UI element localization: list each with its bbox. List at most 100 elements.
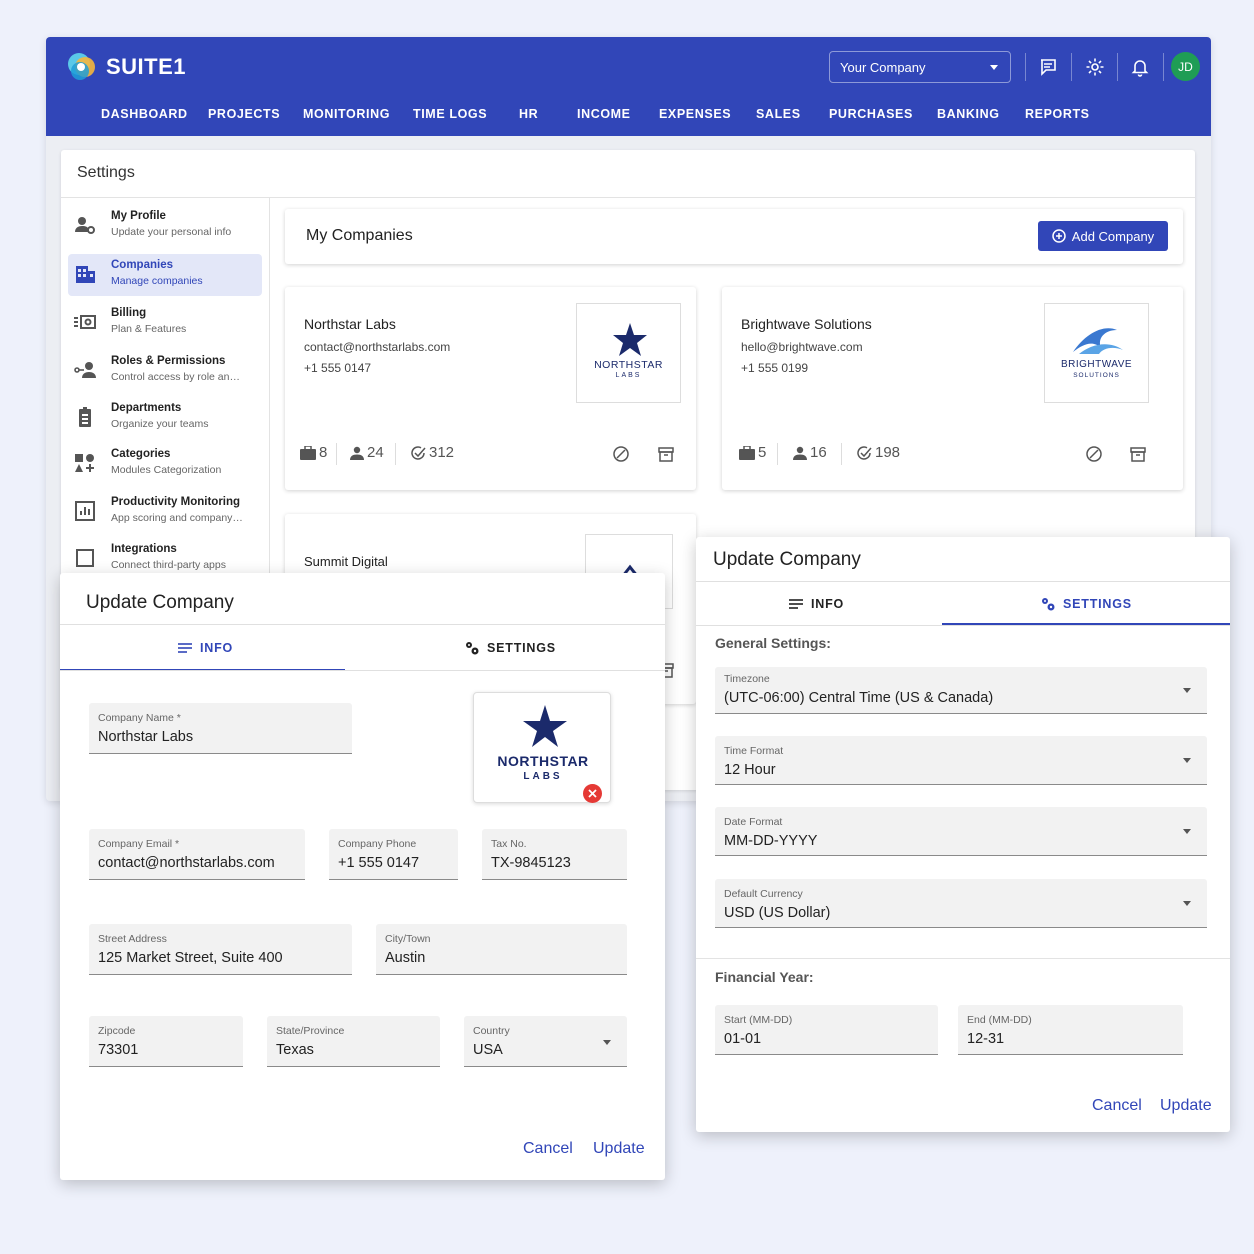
fy-start-field[interactable]: Start (MM-DD) 01-01 [715,1005,938,1055]
bell-icon[interactable] [1128,55,1152,79]
users-value: 16 [810,444,827,461]
wave-logo-icon [1073,328,1123,354]
tax-no-field[interactable]: Tax No. TX-9845123 [482,829,627,880]
remove-logo-icon[interactable] [583,784,602,803]
chevron-down-icon [1183,829,1191,834]
chevron-down-icon [603,1040,611,1045]
currency-select[interactable]: Default Currency USD (US Dollar) [715,879,1207,928]
sidebar-item-companies[interactable]: Companies Manage companies [68,254,262,296]
divider [336,443,337,465]
field-label: Street Address [98,933,167,945]
sidebar-item-title: Companies [111,259,173,271]
sidebar-item-roles[interactable]: Roles & Permissions Control access by ro… [68,350,262,392]
divider [696,625,1230,626]
field-value: contact@northstarlabs.com [98,855,275,871]
nav-expenses[interactable]: EXPENSES [659,107,731,121]
cancel-button[interactable]: Cancel [523,1140,573,1158]
toolbar-divider [1163,53,1164,81]
nav-purchases[interactable]: PURCHASES [829,107,913,121]
field-value: Austin [385,950,426,966]
users-count: 16 [793,444,827,461]
avatar[interactable]: JD [1171,52,1200,81]
sidebar-item-departments[interactable]: Departments Organize your teams [68,397,262,439]
company-select[interactable]: Your Company [829,51,1011,83]
nav-dashboard[interactable]: DASHBOARD [101,107,188,121]
app-name: SUITE1 [106,54,187,79]
tab-info[interactable]: INFO [178,641,233,655]
disable-icon[interactable] [612,445,630,463]
app-logo[interactable]: SUITE1 [64,49,186,85]
divider [696,581,1230,582]
field-label: Company Email * [98,838,180,850]
update-button[interactable]: Update [1160,1097,1212,1115]
company-phone-field[interactable]: Company Phone +1 555 0147 [329,829,458,880]
update-button[interactable]: Update [593,1140,645,1158]
nav-hr[interactable]: HR [519,107,538,121]
tab-settings[interactable]: SETTINGS [1041,597,1132,611]
sidebar-item-title: Roles & Permissions [111,355,226,367]
nav-reports[interactable]: REPORTS [1025,107,1090,121]
nav-banking[interactable]: BANKING [937,107,1000,121]
sidebar-item-title: Productivity Monitoring [111,496,241,508]
archive-icon[interactable] [1129,445,1147,463]
timezone-select[interactable]: Timezone (UTC-06:00) Central Time (US & … [715,667,1207,714]
company-logo-upload[interactable]: NORTHSTAR LABS [473,692,611,803]
city-field[interactable]: City/Town Austin [376,924,627,975]
chevron-down-icon [990,65,998,70]
street-address-field[interactable]: Street Address 125 Market Street, Suite … [89,924,352,975]
date-format-select[interactable]: Date Format MM-DD-YYYY [715,807,1207,856]
tasks-value: 312 [429,444,455,461]
cancel-button[interactable]: Cancel [1092,1097,1142,1115]
sidebar-item-subtitle: Organize your teams [111,418,209,430]
country-select[interactable]: Country USA [464,1016,627,1067]
company-email-field[interactable]: Company Email * contact@northstarlabs.co… [89,829,305,880]
chart-icon [75,501,95,521]
zipcode-field[interactable]: Zipcode 73301 [89,1016,243,1067]
company-card-brightwave[interactable]: Brightwave Solutions hello@brightwave.co… [722,287,1183,490]
sidebar-item-productivity[interactable]: Productivity Monitoring App scoring and … [68,491,262,533]
projects-count: 5 [739,444,766,461]
field-label: State/Province [276,1025,345,1037]
state-field[interactable]: State/Province Texas [267,1016,440,1067]
logo-text: NORTHSTAR [497,753,589,769]
chevron-down-icon [1183,758,1191,763]
tab-info-label: INFO [200,641,234,655]
field-value: 01-01 [724,1031,762,1047]
field-value: (UTC-06:00) Central Time (US & Canada) [724,690,994,706]
company-name-field[interactable]: Company Name * Northstar Labs [89,703,352,754]
tab-info[interactable]: INFO [789,597,844,611]
company-logo: BRIGHTWAVE SOLUTIONS [1044,303,1149,403]
add-company-button[interactable]: Add Company [1038,221,1168,251]
logo-mark-icon [68,53,95,80]
tab-settings[interactable]: SETTINGS [465,641,556,655]
sidebar-item-my-profile[interactable]: My Profile Update your personal info [68,205,262,247]
badge-icon [79,407,91,427]
add-circle-icon [1052,229,1066,243]
sidebar-item-title: Integrations [111,543,177,555]
divider [841,443,842,465]
divider [60,624,665,625]
nav-projects[interactable]: PROJECTS [208,107,280,121]
update-company-info-dialog: Update Company INFO SETTINGS Company Nam… [60,573,665,1180]
field-value: 125 Market Street, Suite 400 [98,950,283,966]
nav-sales[interactable]: SALES [756,107,801,121]
sidebar-item-billing[interactable]: Billing Plan & Features [68,302,262,344]
logo-subtext: LABS [523,771,563,782]
archive-icon[interactable] [657,445,675,463]
company-logo: NORTHSTAR LABS [576,303,681,403]
field-value: 12-31 [967,1031,1005,1047]
field-label: Country [473,1025,510,1037]
company-card-northstar[interactable]: Northstar Labs contact@northstarlabs.com… [285,287,696,490]
nav-monitoring[interactable]: MONITORING [303,107,390,121]
time-format-select[interactable]: Time Format 12 Hour [715,736,1207,785]
fy-end-field[interactable]: End (MM-DD) 12-31 [958,1005,1183,1055]
chat-icon[interactable] [1036,55,1060,79]
divider [60,670,665,671]
sidebar-item-categories[interactable]: Categories Modules Categorization [68,443,262,485]
gear-icon[interactable] [1083,55,1107,79]
company-phone: +1 555 0199 [741,361,809,375]
nav-income[interactable]: INCOME [577,107,631,121]
nav-time-logs[interactable]: TIME LOGS [413,107,487,121]
field-label: End (MM-DD) [967,1014,1032,1026]
disable-icon[interactable] [1085,445,1103,463]
